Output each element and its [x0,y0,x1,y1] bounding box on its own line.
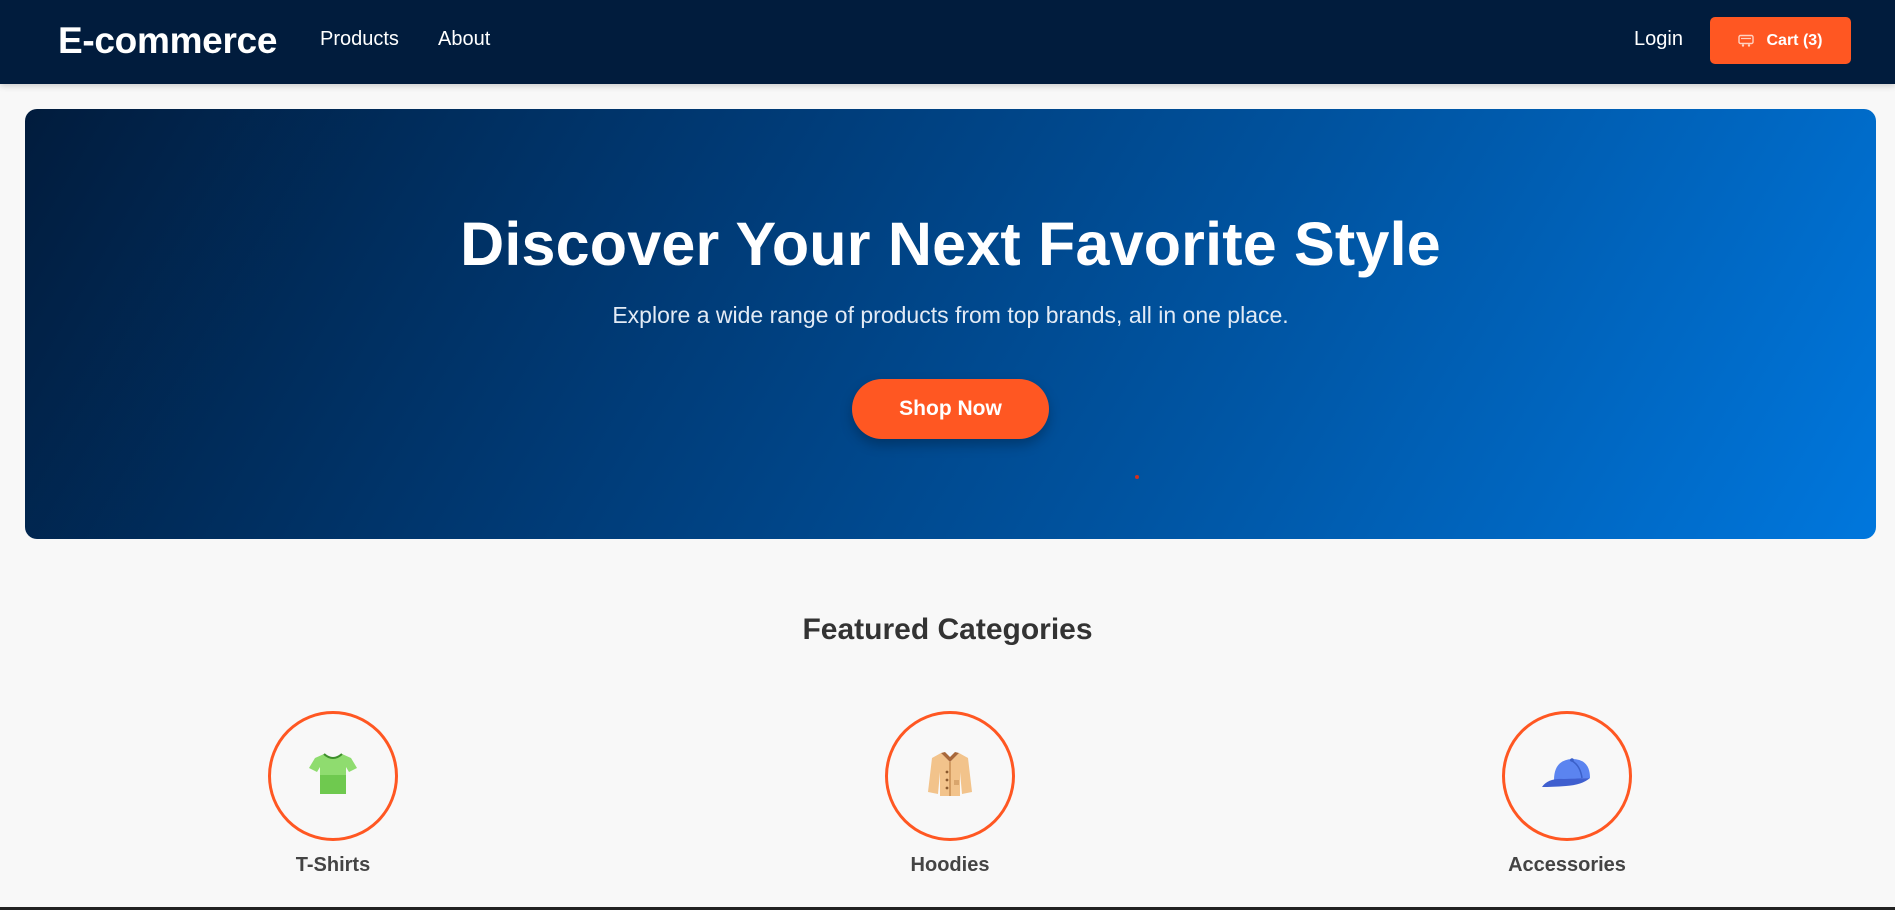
coat-icon [924,750,976,803]
cart-icon [1738,34,1755,47]
category-accessories-label[interactable]: Accessories [1477,854,1657,877]
cap-icon [1540,754,1594,799]
cart-button[interactable]: Cart (3) [1710,17,1851,64]
category-accessories-circle[interactable] [1502,711,1632,841]
category-hoodies-label[interactable]: Hoodies [860,854,1040,877]
category-tshirts-label[interactable]: T-Shirts [243,854,423,877]
shop-now-button[interactable]: Shop Now [852,379,1049,439]
cart-label: Cart (3) [1766,31,1823,49]
hero-title: Discover Your Next Favorite Style [460,210,1441,278]
nav-about-link[interactable]: About [438,28,490,51]
brand-logo[interactable]: E-commerce [58,20,277,62]
login-link[interactable]: Login [1634,28,1683,51]
featured-categories-title: Featured Categories [802,613,1093,646]
hero-decoration-dot [1135,475,1139,479]
tshirt-icon [307,751,359,802]
category-hoodies-circle[interactable] [885,711,1015,841]
top-navbar: E-commerce Products About Login Cart (3) [0,0,1895,84]
category-tshirts-circle[interactable] [268,711,398,841]
hero-subtitle: Explore a wide range of products from to… [612,302,1289,328]
nav-products-link[interactable]: Products [320,28,399,51]
hero-banner: Discover Your Next Favorite Style Explor… [25,109,1876,539]
